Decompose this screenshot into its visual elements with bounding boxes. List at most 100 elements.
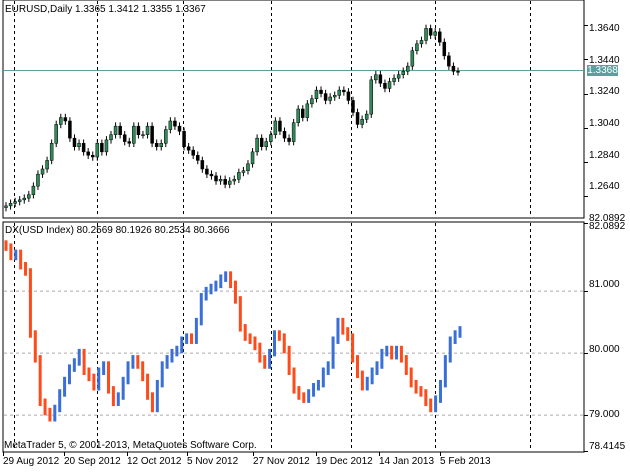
- candle-body: [387, 81, 392, 89]
- candle-body: [396, 74, 401, 79]
- candle-body: [113, 125, 118, 135]
- candle-body: [447, 55, 451, 67]
- index-bar: [419, 386, 423, 397]
- candle-body: [72, 137, 77, 147]
- candle-body: [145, 125, 150, 135]
- candle-body: [127, 141, 132, 144]
- price-panel-frame: [2, 0, 585, 219]
- index-bar: [63, 376, 67, 397]
- index-bar: [38, 355, 42, 406]
- index-bar: [341, 317, 345, 335]
- candle-body: [214, 175, 218, 182]
- candle-body: [154, 143, 159, 147]
- index-bar: [375, 361, 379, 375]
- candle-body: [369, 79, 374, 115]
- copyright-text: MetaTrader 5, © 2001-2013, MetaQuotes So…: [4, 440, 257, 451]
- index-bar: [121, 376, 125, 400]
- candle-body: [250, 151, 255, 165]
- index-bar: [253, 336, 257, 351]
- candle-body: [200, 160, 205, 170]
- index-bar: [48, 407, 52, 422]
- index-bar: [214, 280, 218, 292]
- index-bar: [229, 271, 233, 289]
- candle-body: [287, 137, 291, 142]
- index-bar: [438, 379, 442, 403]
- index-bar: [443, 355, 447, 388]
- index-bar: [312, 383, 316, 397]
- index-bar: [136, 355, 140, 369]
- index-bar: [175, 345, 179, 357]
- index-bar: [297, 386, 301, 400]
- candle-body: [27, 194, 31, 199]
- index-bar: [19, 249, 23, 270]
- candle-body: [227, 180, 232, 185]
- indicator-axis-label: 78.4145: [589, 441, 626, 452]
- indicator-panel-frame: [2, 221, 585, 453]
- indicator-axis-label: 79.000: [589, 409, 620, 420]
- index-bar: [53, 404, 57, 422]
- candle-body: [415, 43, 419, 51]
- candle-body: [392, 77, 396, 82]
- time-axis-label: 14 Jan 2013: [379, 456, 435, 467]
- candle-body: [173, 120, 177, 127]
- index-bar: [248, 333, 252, 344]
- candle-body: [237, 172, 241, 180]
- indicator-axis-label: 82.0892: [589, 221, 626, 232]
- candle-body: [291, 122, 296, 142]
- index-bar: [160, 361, 164, 388]
- index-bar: [263, 355, 267, 369]
- price-axis-label: 1.3040: [589, 118, 620, 129]
- candle-body: [186, 146, 191, 151]
- candle-body: [182, 131, 186, 147]
- candle-body: [95, 143, 100, 158]
- index-bar: [360, 370, 364, 391]
- candle-body: [81, 143, 86, 153]
- index-bar: [409, 367, 413, 388]
- index-bar: [277, 330, 281, 341]
- candle-body: [269, 134, 273, 142]
- candle-body: [77, 143, 81, 147]
- time-axis-label: 29 Aug 2012: [3, 456, 60, 467]
- index-bar: [302, 392, 306, 403]
- index-bar: [326, 361, 330, 375]
- index-bar: [429, 398, 433, 413]
- index-bar: [224, 271, 228, 282]
- index-bar: [58, 389, 62, 413]
- index-bar: [365, 376, 369, 391]
- index-bar: [24, 262, 28, 276]
- indicator-axis-label: 80.000: [589, 344, 620, 355]
- indicator-axis-label: 81.000: [589, 279, 620, 290]
- candle-body: [351, 100, 355, 113]
- candle-body: [346, 91, 351, 101]
- index-bar: [434, 395, 438, 413]
- index-bar: [268, 348, 272, 369]
- candle-body: [13, 201, 17, 204]
- index-bar: [448, 336, 452, 363]
- candle-body: [218, 179, 223, 182]
- candle-body: [383, 83, 387, 89]
- candle-body: [36, 173, 40, 187]
- index-bar: [92, 373, 96, 391]
- candle-body: [109, 134, 113, 141]
- time-axis-label: 19 Dec 2012: [316, 456, 373, 467]
- candle-body: [17, 199, 22, 202]
- candle-body: [374, 74, 378, 81]
- index-bar: [385, 345, 389, 357]
- index-bar: [321, 367, 325, 388]
- candle-body: [419, 40, 424, 45]
- candle-body: [31, 185, 36, 195]
- candle-body: [223, 179, 227, 185]
- index-bar: [458, 326, 462, 338]
- candle-body: [273, 120, 278, 135]
- index-bar: [199, 293, 203, 326]
- candle-body: [118, 125, 122, 135]
- index-bar: [272, 330, 276, 357]
- time-axis-label: 5 Nov 2012: [187, 456, 239, 467]
- index-bar: [4, 240, 8, 251]
- index-bar: [43, 398, 47, 416]
- candle-body: [40, 168, 45, 175]
- candle-body: [136, 125, 141, 135]
- index-bar: [336, 317, 340, 344]
- index-bar: [170, 348, 174, 363]
- index-bar: [404, 355, 408, 375]
